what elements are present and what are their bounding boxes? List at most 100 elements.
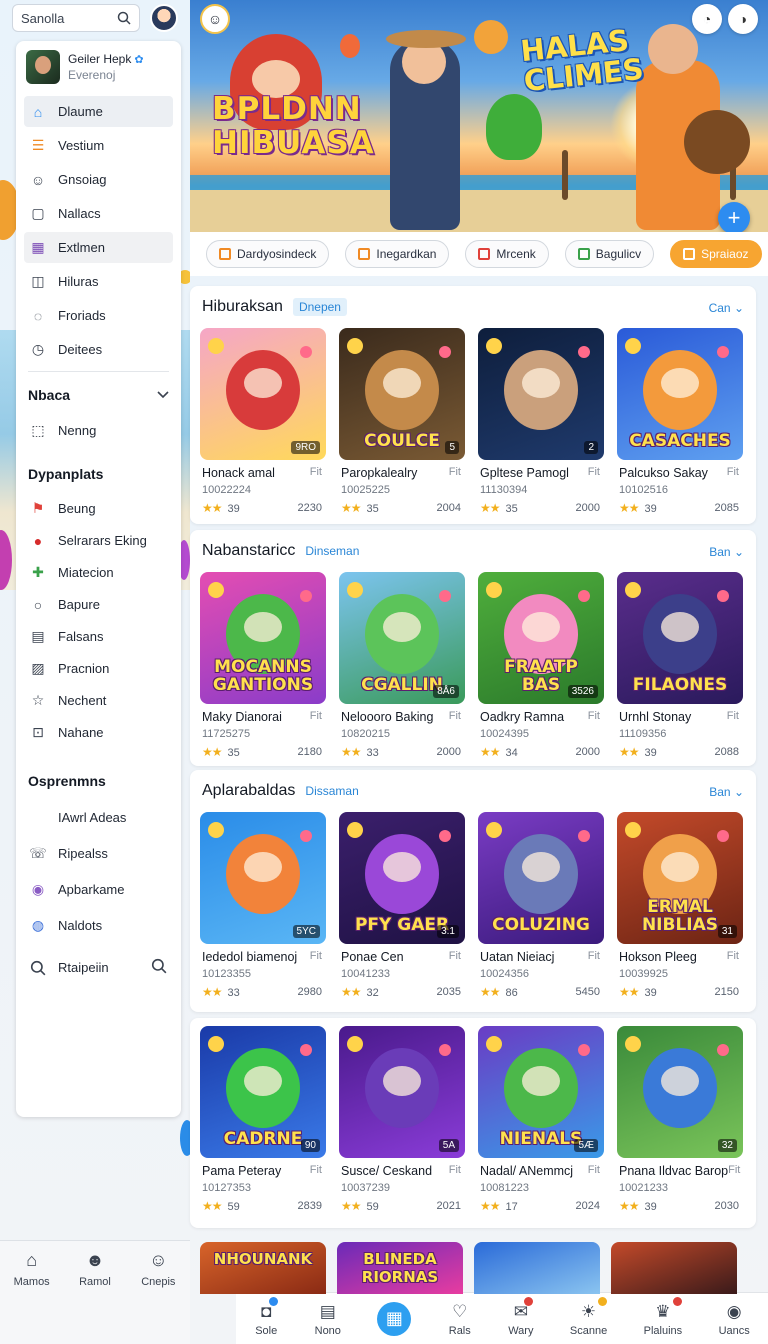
game-card[interactable]: CADRNE 90 Pama Peteray Fit 10127353 ★★ 59 2839	[200, 1026, 328, 1213]
sidebar-item[interactable]: ▢ Nallacs	[24, 198, 173, 229]
left-nav-home[interactable]: ⌂ Mamos	[3, 1249, 61, 1344]
game-card[interactable]: ERMAL NIBLIAS 31 Hokson Pleeg Fit 10039925 ★★…	[617, 812, 745, 999]
filter-chip[interactable]: Bagulicv	[564, 240, 655, 268]
game-title: Urnhl Stonay	[619, 710, 692, 724]
game-card[interactable]: PFY GAER 3.1 Ponae Cen Fit 10041233 ★★ 32 2035	[339, 812, 467, 999]
sidebar-item[interactable]: ◉ Apbarkame	[24, 873, 173, 906]
game-card[interactable]: FILAONES Urnhl Stonay Fit 11109356 ★★ 39 2088	[617, 572, 745, 759]
game-thumbnail[interactable]: ERMAL NIBLIAS 31	[617, 812, 743, 944]
game-card[interactable]: 5A Susce/ Ceskand Fit 10037239 ★★ 59 2021	[339, 1026, 467, 1213]
game-thumbnail[interactable]: NIENALS 5Æ	[478, 1026, 604, 1158]
game-rating: 86	[505, 987, 518, 999]
sidebar-item[interactable]: ⬚ Nenng	[24, 415, 173, 446]
sidebar-item[interactable]: ◷ Deitees	[24, 334, 173, 365]
sidebar-item[interactable]: IAwrl Adeas	[24, 801, 173, 834]
user-avatar[interactable]	[150, 4, 178, 32]
game-card[interactable]: COLUZING Uatan Nieiacj Fit 10024356 ★★ 86 5450	[478, 812, 606, 999]
section-tag[interactable]: Dnepen	[292, 298, 347, 316]
tab-bag[interactable]: ◘ Sole	[254, 1296, 279, 1337]
game-card[interactable]: 2 Gpltese Pamogl Fit 11130394 ★★ 35 2000	[478, 328, 606, 515]
game-thumbnail[interactable]: FILAONES	[617, 572, 743, 704]
sidebar-item[interactable]: ▨ Pracnion	[24, 654, 173, 683]
section-more-link[interactable]: Ban ⌄	[709, 545, 744, 559]
game-thumbnail[interactable]: 32	[617, 1026, 743, 1158]
sidebar-item[interactable]: ☰ Vestium	[24, 130, 173, 161]
sidebar-item[interactable]: ☺ Gnsoiag	[24, 164, 173, 195]
left-nav-user[interactable]: ☺ Cnepis	[129, 1249, 187, 1344]
game-card[interactable]: FRAATP BAS 3526 Oadkry Ramna Fit 10024395 ★★ 3…	[478, 572, 606, 759]
filter-chip[interactable]: Dardyosindeck	[206, 240, 330, 268]
filter-chip[interactable]: Inegardkan	[345, 240, 450, 268]
game-thumbnail[interactable]: COLUZING	[478, 812, 604, 944]
game-card[interactable]: CGALLIN 8Å6 Neloooro Baking Fit 10820215 ★★ 33…	[339, 572, 467, 759]
game-thumbnail[interactable]: MOCANNS GANTIONS	[200, 572, 326, 704]
game-card[interactable]: CASACHES Palcukso Sakay Fit 10102516 ★★ 39 208…	[617, 328, 745, 515]
sidebar-item[interactable]: ◫ Hiluras	[24, 266, 173, 297]
game-thumbnail[interactable]: PFY GAER 3.1	[339, 812, 465, 944]
game-thumbnail[interactable]: CADRNE 90	[200, 1026, 326, 1158]
app-logo-icon[interactable]: ☺	[200, 4, 230, 34]
sidebar-search[interactable]: Rtaipeiin	[24, 952, 173, 983]
game-card[interactable]: 9RO Honack amal Fit 10022224 ★★ 39 2230	[200, 328, 328, 515]
tab-bulb[interactable]: ☀ Scanne	[570, 1296, 608, 1337]
section-more-link[interactable]: Can ⌄	[709, 301, 744, 315]
game-id: 10820215	[341, 728, 390, 740]
game-card[interactable]: 32 Pnana Ildvac Barop Fit 10021233 ★★ 39 2030	[617, 1026, 745, 1213]
game-card[interactable]: MOCANNS GANTIONS Maky Dianorai Fit 11725275…	[200, 572, 328, 759]
game-thumbnail[interactable]: 5A	[339, 1026, 465, 1158]
sidebar-item[interactable]: ○ Bapure	[24, 590, 173, 619]
game-thumbnail[interactable]: COULCE 5	[339, 328, 465, 460]
profile-card[interactable]: Geiler Hepk ✿ Everenoj	[16, 41, 181, 93]
sidebar-item[interactable]: ⌂ Dlaume	[24, 96, 173, 127]
top-search-input[interactable]: Sanolla	[12, 4, 140, 32]
game-card[interactable]: NIENALS 5Æ Nadal/ ANemmcj Fit 10081223 ★★ 17 20…	[478, 1026, 606, 1213]
sidebar-item[interactable]: ▤ Falsans	[24, 622, 173, 651]
tab-megaphone[interactable]: ✉ Wary	[508, 1296, 534, 1337]
game-thumbnail[interactable]: 5YC	[200, 812, 326, 944]
tab-grid[interactable]: ▦	[377, 1301, 412, 1336]
sidebar-item[interactable]: ⚑ Beung	[24, 494, 173, 523]
game-thumbnail[interactable]: NHOUNANK	[200, 1242, 326, 1294]
game-card[interactable]: 5YC Iededol biamenoj Fit 10123355 ★★ 33 2980	[200, 812, 328, 999]
game-thumbnail[interactable]	[474, 1242, 600, 1294]
sidebar-section-toggle[interactable]: Nbaca	[16, 378, 181, 412]
game-thumbnail[interactable]	[611, 1242, 737, 1294]
game-thumbnail[interactable]: FRAATP BAS 3526	[478, 572, 604, 704]
settings-icon[interactable]: ◑	[728, 4, 758, 34]
game-thumbnail[interactable]: 2	[478, 328, 604, 460]
filter-chip[interactable]: Mrcenk	[465, 240, 549, 268]
hero-banner[interactable]: BPLDNN HIBUASA HALAS CLIMES ☺ ◔ ◑ +	[190, 0, 768, 232]
nav-label: Cnepis	[141, 1276, 176, 1288]
notification-dot	[598, 1296, 608, 1306]
tab-doc[interactable]: ▤ Nono	[315, 1301, 341, 1337]
sidebar-item[interactable]: ⊡ Nahane	[24, 718, 173, 747]
thumbnail-title: COULCE	[364, 431, 440, 451]
filter-chip[interactable]: Spraiaoz	[670, 240, 762, 268]
sidebar-item[interactable]: ◌ Froriads	[24, 300, 173, 331]
game-id: 10081223	[480, 1182, 529, 1194]
game-thumbnail[interactable]: CGALLIN 8Å6	[339, 572, 465, 704]
section-tag[interactable]: Dissaman	[305, 784, 358, 798]
sidebar-item[interactable]: ✚ Miatecion	[24, 558, 173, 587]
add-button[interactable]: +	[718, 202, 750, 232]
sidebar-item[interactable]: ☆ Nechent	[24, 686, 173, 715]
game-title: Uatan Nieiacj	[480, 950, 555, 964]
section-more-link[interactable]: Ban ⌄	[709, 785, 744, 799]
game-thumbnail[interactable]: BLINEDA RIORNAS	[337, 1242, 463, 1294]
chip-icon	[358, 248, 371, 260]
tab-heart[interactable]: ♡ Rals	[448, 1301, 472, 1337]
game-thumbnail[interactable]: 9RO	[200, 328, 326, 460]
left-nav-smile[interactable]: ☻ Ramol	[66, 1249, 124, 1344]
game-thumbnail[interactable]: CASACHES	[617, 328, 743, 460]
tab-trophy[interactable]: ♛ Plaluins	[644, 1296, 683, 1337]
section-title: Nabanstaricc	[202, 542, 296, 559]
sidebar-item[interactable]: ▦ Extlmen	[24, 232, 173, 263]
tab-avatar[interactable]: ◉ Uancs	[719, 1301, 750, 1337]
sidebar-item[interactable]: ☏ Ripealss	[24, 837, 173, 870]
search-icon	[28, 958, 48, 978]
section-tag[interactable]: Dinseman	[305, 544, 359, 558]
sidebar-item[interactable]: ◍ Naldots	[24, 909, 173, 942]
game-card[interactable]: COULCE 5 Paropkalealry Fit 10025225 ★★ 35 2004	[339, 328, 467, 515]
sidebar-item[interactable]: ● Selrarars Eking	[24, 526, 173, 555]
notifications-icon[interactable]: ◔	[692, 4, 722, 34]
